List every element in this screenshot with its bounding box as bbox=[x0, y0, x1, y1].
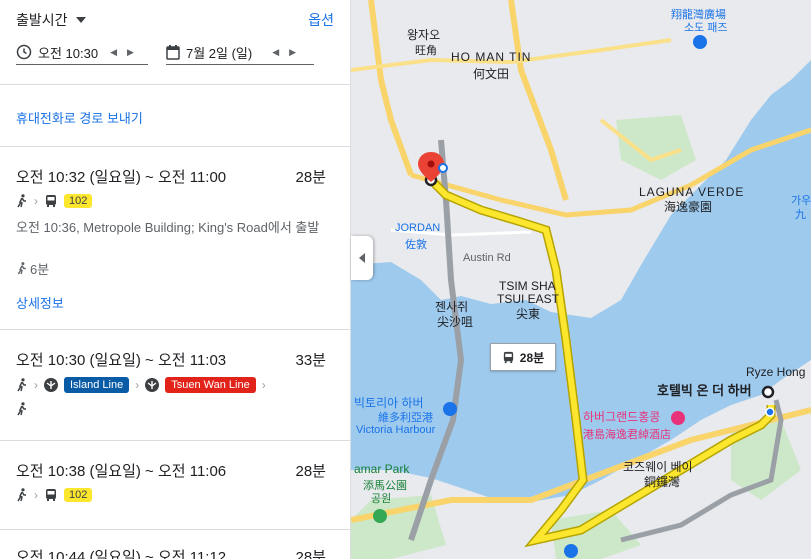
map-label: Ryze Hong bbox=[746, 365, 806, 379]
map-label: Victoria Harbour bbox=[356, 424, 436, 436]
route-time: 오전 10:44 (일요일) ~ 오전 11:12 bbox=[16, 549, 227, 559]
bus-duration-text: 28분 bbox=[519, 350, 545, 365]
route-card-1[interactable]: 오전 10:32 (일요일) ~ 오전 11:00 28분 › 102 오전 1… bbox=[0, 147, 350, 329]
dropdown-caret-icon bbox=[75, 17, 86, 23]
date-field[interactable]: 7월 2일 (일) ◀ ▶ bbox=[166, 40, 314, 65]
bus-number-badge: 102 bbox=[64, 194, 93, 208]
map-label: TSUI EAST bbox=[497, 292, 560, 306]
map-label: LAGUNA VERDE bbox=[639, 185, 745, 199]
chevron-right-icon: › bbox=[34, 194, 38, 208]
route-steps: › Island Line › Tsuen Wan Line › bbox=[16, 377, 266, 393]
date-prev-icon[interactable]: ◀ bbox=[272, 47, 279, 58]
route-steps: › 102 bbox=[16, 488, 93, 502]
route-steps-end bbox=[16, 402, 28, 416]
date-next-icon[interactable]: ▶ bbox=[289, 47, 296, 58]
chevron-right-icon: › bbox=[261, 378, 266, 392]
time-field[interactable]: 오전 10:30 ◀ ▶ bbox=[16, 40, 148, 65]
route-duration: 33분 bbox=[295, 352, 327, 369]
collapse-panel-button[interactable] bbox=[351, 236, 373, 280]
map-label: 소도 패즈 bbox=[684, 22, 728, 34]
walk-icon bbox=[17, 378, 26, 392]
walk-icon bbox=[17, 262, 26, 275]
time-value: 오전 10:30 bbox=[38, 45, 99, 61]
map-label: amar Park bbox=[354, 462, 410, 476]
map-label: 海逸豪園 bbox=[664, 200, 713, 214]
chevron-right-icon: › bbox=[34, 378, 38, 392]
route-steps: › 102 bbox=[16, 194, 93, 208]
walk-icon bbox=[17, 402, 26, 416]
map-label: 尖沙咀 bbox=[437, 315, 474, 329]
chevron-right-icon: › bbox=[34, 488, 38, 502]
details-link[interactable]: 상세정보 bbox=[16, 293, 64, 312]
depart-row: 출발시간 bbox=[16, 10, 334, 30]
map-label: 왕자오 bbox=[407, 28, 441, 42]
route-card-4[interactable]: 오전 10:44 (일요일) ~ 오전 11:12 28분 bbox=[0, 530, 350, 559]
clock-icon bbox=[16, 44, 32, 60]
send-to-phone-link[interactable]: 휴대전화로 경로 보내기 bbox=[16, 108, 143, 127]
map-label: JORDAN bbox=[395, 222, 441, 234]
route-time: 오전 10:30 (일요일) ~ 오전 11:03 bbox=[16, 352, 227, 369]
map-label: 공원 bbox=[371, 493, 392, 505]
park-icon[interactable] bbox=[373, 509, 387, 523]
map-label: 何文田 bbox=[473, 67, 510, 81]
map-label: 維多利亞港 bbox=[378, 412, 433, 424]
time-prev-icon[interactable]: ◀ bbox=[110, 47, 117, 58]
map-label: 港島海逸君綽酒店 bbox=[583, 429, 671, 441]
chevron-left-icon bbox=[359, 253, 365, 263]
datetime-row: 오전 10:30 ◀ ▶ 7월 2일 (일) ◀ ▶ bbox=[16, 40, 314, 65]
bus-icon bbox=[46, 195, 56, 207]
map-label: TSIM SHA bbox=[499, 279, 556, 293]
walk-icon bbox=[17, 194, 26, 208]
route-time: 오전 10:32 (일요일) ~ 오전 11:00 bbox=[16, 169, 227, 186]
bus-number-badge: 102 bbox=[64, 488, 93, 502]
mtr-icon bbox=[145, 378, 160, 392]
map-label: 하버그랜드홍콩 bbox=[583, 410, 661, 424]
poi-icon[interactable] bbox=[564, 544, 578, 558]
time-next-icon[interactable]: ▶ bbox=[127, 47, 134, 58]
depart-dropdown[interactable]: 출발시간 bbox=[16, 10, 334, 30]
map-label: 호텔빅 온 더 하버 bbox=[657, 383, 752, 398]
route-duration: 28분 bbox=[295, 169, 327, 186]
line-badge-island: Island Line bbox=[64, 377, 130, 393]
route-duration: 28분 bbox=[295, 463, 327, 480]
calendar-icon bbox=[166, 44, 180, 60]
walk-icon bbox=[17, 488, 26, 502]
map-canvas bbox=[351, 0, 811, 559]
bus-duration-chip[interactable]: 28분 bbox=[490, 343, 556, 371]
route-duration: 28분 bbox=[295, 549, 327, 559]
bus-icon bbox=[503, 351, 513, 363]
hotel-icon[interactable] bbox=[671, 411, 685, 425]
walk-duration-text: 6분 bbox=[30, 262, 50, 277]
walk-duration: 6분 bbox=[16, 259, 49, 278]
route-card-3[interactable]: 오전 10:38 (일요일) ~ 오전 11:06 28분 › 102 bbox=[0, 441, 350, 529]
chevron-right-icon: › bbox=[135, 378, 140, 392]
route-description: 오전 10:36, Metropole Building; King's Roa… bbox=[16, 220, 320, 235]
bus-icon bbox=[46, 489, 56, 501]
map-label: 佐敦 bbox=[405, 239, 427, 251]
shopping-icon[interactable] bbox=[693, 35, 707, 49]
map-label: 尖東 bbox=[516, 307, 541, 321]
divider bbox=[0, 84, 350, 85]
map-label: 九 bbox=[795, 209, 806, 221]
attraction-icon[interactable] bbox=[443, 402, 457, 416]
route-time: 오전 10:38 (일요일) ~ 오전 11:06 bbox=[16, 463, 227, 480]
options-button[interactable]: 옵션 bbox=[308, 10, 334, 30]
start-marker[interactable] bbox=[761, 385, 775, 399]
map-label: HO MAN TIN bbox=[451, 50, 532, 64]
map-label: 銅鑼灣 bbox=[644, 475, 681, 489]
map-view[interactable]: 왕자오 旺角 HO MAN TIN 何文田 LAGUNA VERDE 海逸豪園 … bbox=[351, 0, 811, 559]
depart-label: 출발시간 bbox=[16, 12, 68, 28]
map-label: Austin Rd bbox=[463, 252, 511, 264]
route-card-2[interactable]: 오전 10:30 (일요일) ~ 오전 11:03 33분 › Island L… bbox=[0, 330, 350, 440]
mtr-icon bbox=[44, 378, 58, 392]
map-label: 旺角 bbox=[415, 45, 437, 57]
date-value: 7월 2일 (일) bbox=[186, 45, 253, 61]
line-badge-tsuen-wan: Tsuen Wan Line bbox=[165, 377, 256, 393]
directions-panel: 출발시간 옵션 오전 10:30 ◀ ▶ 7월 2일 (일) ◀ ▶ 휴대전화로… bbox=[0, 0, 350, 559]
